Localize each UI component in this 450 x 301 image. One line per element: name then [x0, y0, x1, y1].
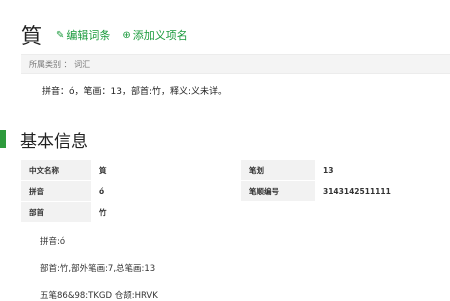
add-meaning-label: 添加义项名 [132, 29, 188, 42]
section-accent-bar [0, 130, 6, 148]
table-row: 中文名称 筫 笔划 13 [21, 160, 450, 181]
table-key: 笔划 [241, 160, 315, 181]
table-key [241, 201, 315, 223]
table-key: 笔顺编号 [241, 180, 315, 202]
section-title: 基本信息 [20, 131, 88, 152]
category-text: 所属类别 ： 词汇 [29, 60, 91, 69]
entry-title: 筫 [21, 24, 42, 48]
basic-info-table: 中文名称 筫 笔划 13 拼音 ó 笔顺编号 3143142511111 部首 … [21, 160, 450, 223]
table-key: 部首 [21, 201, 91, 223]
table-row: 拼音 ó 笔顺编号 3143142511111 [21, 180, 450, 202]
table-key: 中文名称 [21, 160, 91, 181]
pencil-icon: ✎ [56, 29, 65, 41]
entry-header: 筫 ✎ 编辑词条 ⊕ 添加义项名 [21, 22, 200, 48]
add-meaning-link[interactable]: ⊕ 添加义项名 [122, 27, 187, 43]
edit-entry-label: 编辑词条 [66, 29, 111, 42]
table-value: 13 [315, 160, 450, 181]
table-row: 部首 竹 [21, 201, 450, 223]
edit-entry-link[interactable]: ✎ 编辑词条 [56, 27, 110, 43]
table-value: ó [91, 180, 241, 202]
detail-codes: 五笔86&98:TKGD 仓颉:HRVK [40, 291, 158, 301]
detail-pinyin: 拼音:ó [40, 237, 66, 247]
add-entry-icon: ⊕ [122, 29, 131, 41]
table-value: 筫 [91, 160, 241, 181]
detail-radical: 部首:竹,部外笔画:7,总笔画:13 [40, 264, 156, 274]
section-header: 基本信息 [0, 128, 88, 152]
table-value: 竹 [91, 201, 241, 223]
table-value: 3143142511111 [315, 180, 450, 202]
table-value [315, 201, 450, 223]
category-bar: 所属类别 ： 词汇 [21, 54, 450, 74]
summary-text: 拼音：ó，笔画：13，部首:竹，释义:义未详。 [42, 87, 228, 97]
table-key: 拼音 [21, 180, 91, 202]
